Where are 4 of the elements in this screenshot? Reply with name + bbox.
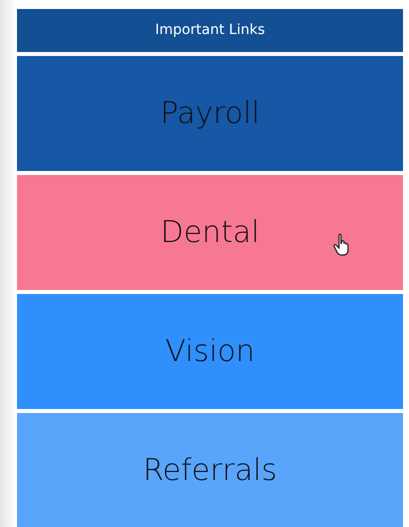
- panel-title: Important Links: [155, 21, 265, 40]
- link-tile[interactable]: Dental: [17, 175, 403, 290]
- link-tile[interactable]: Referrals: [17, 413, 403, 527]
- link-tile[interactable]: Vision: [17, 294, 403, 409]
